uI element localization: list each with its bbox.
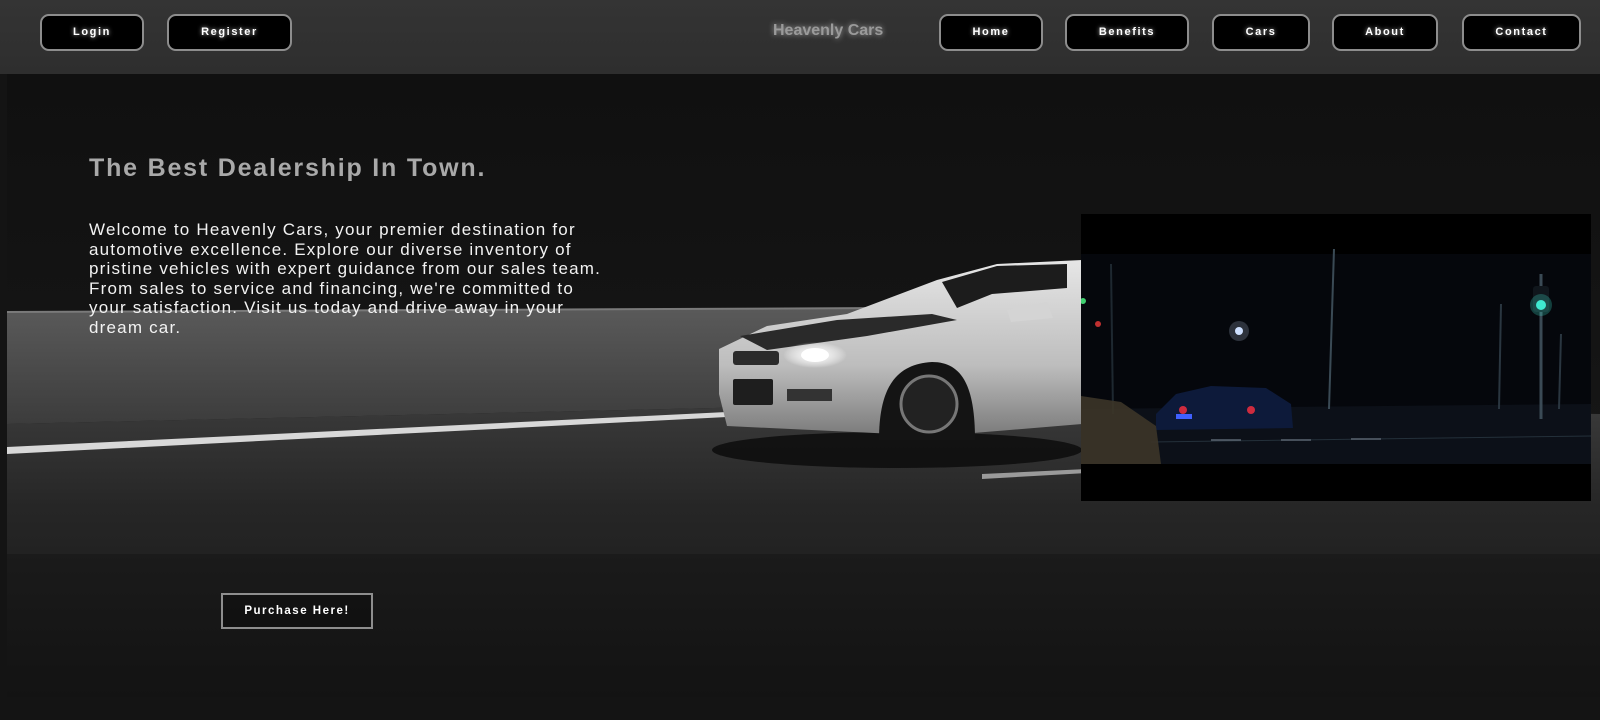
nav-about-button[interactable]: About <box>1332 14 1438 51</box>
hero-intro-text: Welcome to Heavenly Cars, your premier d… <box>89 220 602 337</box>
nav-benefits-button[interactable]: Benefits <box>1065 14 1189 51</box>
hero-video[interactable] <box>1080 214 1592 501</box>
nav-cars-button[interactable]: Cars <box>1212 14 1310 51</box>
register-button[interactable]: Register <box>167 14 292 51</box>
nav-contact-button[interactable]: Contact <box>1462 14 1581 51</box>
nav-home-button[interactable]: Home <box>939 14 1043 51</box>
hero-headline: The Best Dealership In Town. <box>89 154 487 182</box>
brand-logo-text: Heavenly Cars <box>773 22 884 39</box>
purchase-button[interactable]: Purchase Here! <box>221 593 373 629</box>
video-frame <box>1080 214 1592 501</box>
login-button[interactable]: Login <box>40 14 144 51</box>
hero-section: The Best Dealership In Town. Welcome to … <box>7 74 1600 697</box>
top-nav-bar: Login Register Heavenly Cars Home Benefi… <box>0 0 1600 74</box>
